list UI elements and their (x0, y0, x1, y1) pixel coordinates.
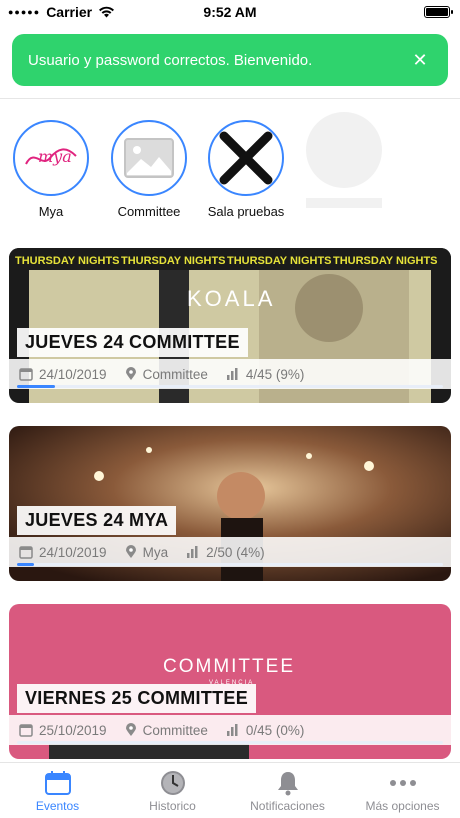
event-venue: Committee (125, 723, 208, 738)
progress-fill (17, 385, 56, 388)
venue-mya[interactable]: mya Mya (11, 120, 91, 219)
event-attendance: 0/45 (0%) (226, 722, 305, 738)
calendar-icon (19, 368, 33, 381)
event-attendance-label: 0/45 (0%) (245, 722, 305, 738)
status-bar: ●●●●● Carrier 9:52 AM (0, 0, 460, 24)
battery-icon (424, 6, 453, 18)
svg-text:THURSDAY NIGHTS: THURSDAY NIGHTS (121, 255, 226, 267)
event-title: JUEVES 24 COMMITTEE (17, 328, 248, 357)
venue-committee[interactable]: Committee (109, 120, 189, 219)
tab-historico[interactable]: Historico (115, 763, 230, 818)
attendance-progress (17, 741, 443, 744)
event-attendance: 4/45 (9%) (226, 366, 305, 382)
calendar-icon (19, 546, 33, 559)
venue-avatar (208, 120, 284, 196)
event-venue: Committee (125, 367, 208, 382)
attendance-progress (17, 563, 443, 566)
venue-carousel: mya Mya Committee Sala pruebas (0, 112, 460, 222)
tab-label: Notificaciones (250, 799, 325, 813)
event-date: 25/10/2019 (19, 723, 107, 738)
clock-icon (159, 769, 187, 797)
mya-logo-icon: mya (25, 147, 77, 166)
event-date: 24/10/2019 (19, 367, 107, 382)
more-icon (389, 769, 417, 797)
tab-label: Más opciones (365, 799, 440, 813)
svg-text:KOALA: KOALA (187, 286, 275, 311)
event-card[interactable]: COMMITTEE VALENCIA VIERNES 25 COMMITTEE … (9, 604, 451, 759)
venue-avatar: mya (13, 120, 89, 196)
image-placeholder-icon (124, 138, 174, 178)
event-date: 24/10/2019 (19, 545, 107, 560)
event-title: VIERNES 25 COMMITTEE (17, 684, 257, 713)
event-venue-label: Mya (142, 544, 169, 560)
tab-mas-opciones[interactable]: Más opciones (345, 763, 460, 818)
event-venue: Mya (125, 544, 169, 560)
event-card[interactable]: THURSDAY NIGHTS THURSDAY NIGHTS THURSDAY… (9, 248, 451, 403)
event-attendance-label: 4/45 (9%) (245, 366, 305, 382)
toast-message: Usuario y password correctos. Bienvenido… (28, 51, 313, 69)
tab-notificaciones[interactable]: Notificaciones (230, 763, 345, 818)
event-title: JUEVES 24 MYA (17, 506, 177, 535)
location-pin-icon (125, 545, 136, 558)
clock: 9:52 AM (203, 4, 257, 20)
svg-text:mya: mya (38, 147, 72, 166)
event-date-label: 24/10/2019 (39, 544, 107, 560)
location-pin-icon (125, 367, 136, 380)
venue-loading-placeholder (306, 112, 384, 208)
calendar-icon (19, 724, 33, 737)
bar-chart-icon (226, 724, 238, 736)
venue-label: Sala pruebas (207, 204, 285, 219)
x-mark-icon (219, 131, 273, 185)
event-venue-label: Committee (142, 366, 208, 382)
svg-text:THURSDAY NIGHTS: THURSDAY NIGHTS (333, 255, 438, 267)
tab-label: Eventos (35, 799, 80, 813)
app-screen: ●●●●● Carrier 9:52 AM Usuario y password… (0, 0, 460, 818)
success-toast: Usuario y password correctos. Bienvenido… (12, 34, 448, 86)
event-attendance: 2/50 (4%) (186, 545, 265, 560)
location-pin-icon (125, 723, 136, 736)
event-date-label: 24/10/2019 (39, 366, 107, 382)
venue-sala-pruebas[interactable]: Sala pruebas (206, 120, 286, 219)
tab-label: Historico (149, 799, 196, 813)
bell-icon (276, 769, 300, 797)
calendar-icon (44, 769, 72, 797)
event-venue-label: Committee (142, 722, 208, 738)
venue-label: Mya (38, 204, 64, 219)
venue-avatar (111, 120, 187, 196)
tab-eventos[interactable]: Eventos (0, 763, 115, 818)
progress-fill (17, 563, 35, 566)
bar-chart-icon (226, 368, 238, 380)
svg-text:THURSDAY NIGHTS: THURSDAY NIGHTS (227, 255, 332, 267)
venue-label: Committee (117, 204, 181, 219)
event-card[interactable]: JUEVES 24 MYA 24/10/2019 Mya 2/50 (4%) (9, 426, 451, 581)
close-icon[interactable]: ✕ (408, 48, 432, 72)
svg-text:THURSDAY NIGHTS: THURSDAY NIGHTS (15, 255, 120, 267)
event-date-label: 25/10/2019 (39, 722, 107, 738)
svg-text:COMMITTEE: COMMITTEE (163, 656, 295, 677)
divider (0, 98, 460, 99)
event-attendance-label: 2/50 (4%) (206, 544, 265, 560)
bar-chart-icon (187, 546, 198, 558)
attendance-progress (17, 385, 443, 388)
tab-bar: Eventos Historico Notificaciones Más opc… (0, 762, 460, 818)
